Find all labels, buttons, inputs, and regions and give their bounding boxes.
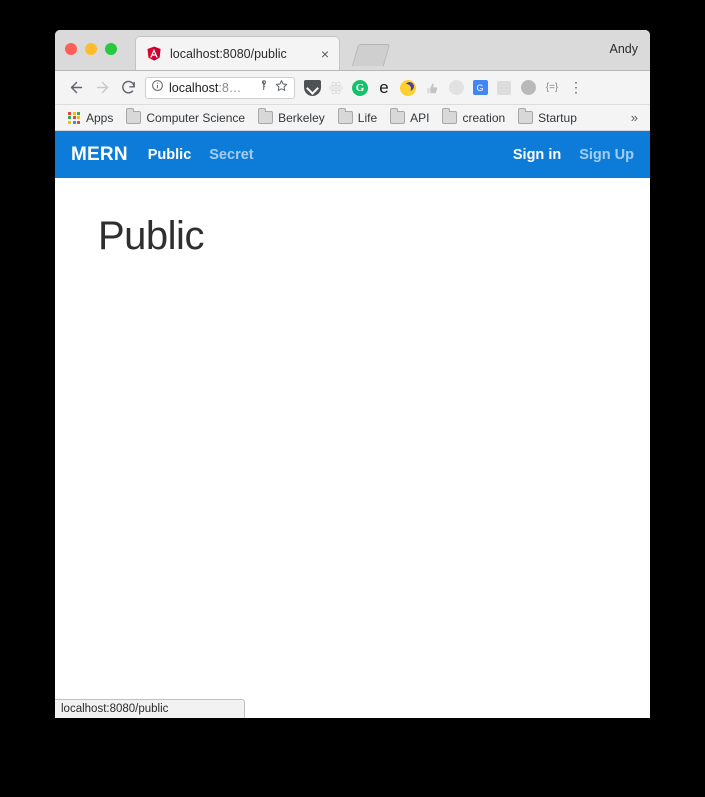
bookmark-label: Life	[357, 110, 378, 125]
json-formatter-extension-icon[interactable]: {=}	[541, 77, 563, 99]
reload-button[interactable]	[115, 75, 141, 101]
extension-icons: G e G {=} ⋮	[301, 77, 587, 99]
bookmarks-bar: Apps Computer Science Berkeley Life API …	[55, 105, 650, 131]
back-button[interactable]	[63, 75, 89, 101]
nav-link-public[interactable]: Public	[148, 147, 192, 163]
grey-square-extension-icon[interactable]	[493, 77, 515, 99]
bookmark-label: API	[410, 110, 430, 125]
evernote-extension-icon[interactable]: e	[373, 77, 395, 99]
close-tab-button[interactable]: ×	[317, 46, 333, 62]
google-translate-extension-icon[interactable]: G	[469, 77, 491, 99]
close-window-button[interactable]	[65, 43, 77, 55]
folder-icon	[258, 108, 274, 124]
browser-toolbar: localhost:8… G e G {=} ⋮	[55, 71, 650, 105]
site-navbar: MERN Public Secret Sign in Sign Up	[55, 131, 650, 178]
nav-link-secret[interactable]: Secret	[209, 147, 253, 163]
browser-tab-active[interactable]: localhost:8080/public ×	[135, 36, 340, 70]
forward-button	[89, 75, 115, 101]
sign-up-link[interactable]: Sign Up	[579, 147, 634, 163]
folder-icon	[518, 108, 534, 124]
bookmark-star-icon[interactable]	[275, 79, 289, 97]
bookmark-folder-startup[interactable]: Startup	[513, 108, 582, 127]
minimize-window-button[interactable]	[85, 43, 97, 55]
bookmark-apps[interactable]: Apps	[63, 109, 118, 127]
page-viewport: MERN Public Secret Sign in Sign Up Publi…	[55, 131, 650, 718]
angular-icon	[146, 46, 162, 62]
navbar-auth-group: Sign in Sign Up	[513, 147, 634, 163]
react-devtools-extension-icon[interactable]	[325, 77, 347, 99]
status-bar: localhost:8080/public	[55, 699, 245, 718]
pocket-shield-extension-icon[interactable]	[301, 77, 323, 99]
key-icon[interactable]	[258, 79, 272, 97]
folder-icon	[442, 108, 458, 124]
bookmark-folder-creation[interactable]: creation	[437, 108, 510, 127]
bookmark-folder-api[interactable]: API	[385, 108, 434, 127]
profile-name[interactable]: Andy	[610, 42, 639, 56]
bookmarks-overflow-button[interactable]: »	[627, 110, 642, 125]
page-title: Public	[98, 214, 204, 258]
thumb-extension-icon[interactable]	[421, 77, 443, 99]
apps-grid-icon	[68, 111, 80, 124]
bookmark-folder-berkeley[interactable]: Berkeley	[253, 108, 330, 127]
window-controls	[65, 43, 117, 55]
new-tab-button[interactable]	[351, 44, 391, 66]
folder-icon	[126, 108, 142, 124]
site-info-icon[interactable]	[151, 79, 165, 97]
tab-strip: localhost:8080/public × Andy	[55, 30, 650, 71]
bookmark-apps-label: Apps	[86, 110, 114, 125]
browser-menu-button[interactable]: ⋮	[565, 77, 587, 99]
sign-in-link[interactable]: Sign in	[513, 147, 561, 163]
address-bar[interactable]: localhost:8…	[145, 76, 295, 99]
address-bar-text: localhost:8…	[169, 81, 255, 95]
browser-window: localhost:8080/public × Andy localhost:8…	[55, 30, 650, 718]
url-host: localhost	[169, 80, 219, 95]
tab-title: localhost:8080/public	[170, 46, 287, 61]
night-mode-extension-icon[interactable]	[397, 77, 419, 99]
bookmark-folder-life[interactable]: Life	[333, 108, 382, 127]
bookmark-label: Berkeley	[278, 110, 325, 125]
folder-icon	[390, 108, 406, 124]
url-truncated: :8…	[218, 80, 242, 95]
momentum-extension-icon[interactable]	[445, 77, 467, 99]
brand-logo[interactable]: MERN	[71, 144, 128, 166]
bookmark-label: Startup	[538, 110, 577, 125]
folder-icon	[337, 108, 353, 124]
metamask-extension-icon[interactable]	[517, 77, 539, 99]
grammarly-extension-icon[interactable]: G	[349, 77, 371, 99]
bookmark-label: Computer Science	[146, 110, 246, 125]
bookmark-folder-computer-science[interactable]: Computer Science	[121, 108, 250, 127]
bookmark-label: creation	[462, 110, 506, 125]
maximize-window-button[interactable]	[105, 43, 117, 55]
